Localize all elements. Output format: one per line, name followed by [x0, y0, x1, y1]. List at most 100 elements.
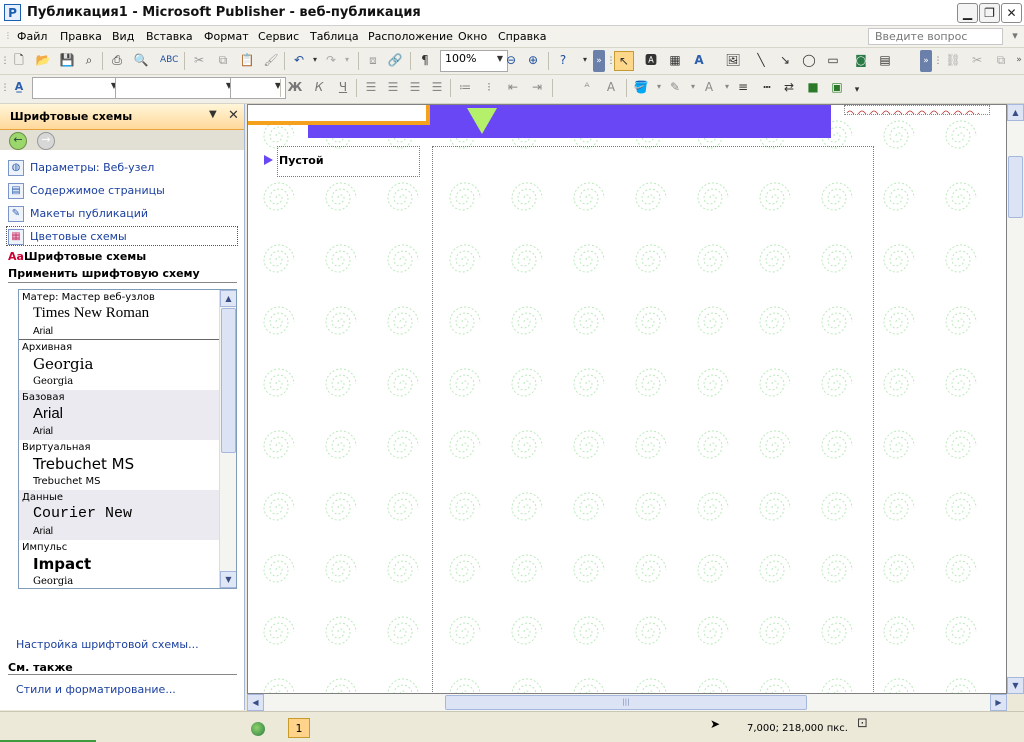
align-left-icon[interactable]: ☰ [362, 78, 380, 96]
numbering-icon[interactable]: ≔ [456, 78, 474, 96]
close-button[interactable]: ✕ [1001, 3, 1022, 23]
menu-format[interactable]: Формат [204, 30, 249, 43]
picture-frame-icon[interactable]: 🖼 [724, 51, 742, 69]
search-files-icon[interactable]: ⌕ [80, 51, 98, 69]
horizontal-scroll-thumb[interactable]: ||| [445, 695, 807, 710]
new-publication-icon[interactable]: 🗋 [10, 51, 28, 69]
form-control-icon[interactable]: ▤ [876, 51, 894, 69]
menu-window[interactable]: Окно [458, 30, 487, 43]
scroll-down-icon[interactable]: ▼ [1007, 677, 1024, 694]
align-right-icon[interactable]: ☰ [406, 78, 424, 96]
justify-icon[interactable]: ☰ [428, 78, 446, 96]
vertical-scrollbar[interactable]: ▲ ▼ [1007, 104, 1024, 694]
main-content-frame[interactable] [432, 146, 874, 693]
publisher-app-icon[interactable]: P [4, 4, 21, 21]
more-buttons-icon[interactable]: » [1010, 51, 1024, 69]
redo-dropdown-icon[interactable]: ▾ [338, 51, 356, 69]
link-publication-designs[interactable]: ✎ Макеты публикаций [8, 206, 148, 224]
3d-style-icon[interactable]: ▣ [828, 78, 846, 96]
line-tool-icon[interactable]: ╲ [752, 51, 770, 69]
scheme-item[interactable]: Базовая Arial Arial [19, 390, 219, 440]
scroll-down-icon[interactable]: ▼ [220, 571, 236, 588]
scheme-item[interactable]: Архивная Georgia Georgia [19, 340, 219, 390]
vertical-scroll-thumb[interactable] [1008, 156, 1023, 218]
font-scheme-list[interactable]: Матер: Мастер веб-узлов Times New Roman … [18, 289, 237, 589]
line-style-icon[interactable]: ≡ [734, 78, 752, 96]
paste-icon[interactable]: 📋 [238, 51, 256, 69]
menu-view[interactable]: Вид [112, 30, 134, 43]
scheme-item[interactable]: Импульс Impact Georgia [19, 540, 219, 588]
table-frame-icon[interactable]: ▦ [666, 51, 684, 69]
style-combo[interactable]: ▼ [32, 77, 122, 99]
cut-icon[interactable]: ✂ [190, 51, 208, 69]
rectangle-tool-icon[interactable]: ▭ [824, 51, 842, 69]
spelling-icon[interactable]: ABC [160, 51, 178, 69]
print-icon[interactable]: ⎙ [108, 51, 126, 69]
small-text-frame[interactable] [844, 105, 990, 115]
fill-color-icon[interactable]: 🪣 [632, 78, 650, 96]
link-icon[interactable]: ⛓ [944, 51, 962, 69]
toolbar-end-icon[interactable]: » [920, 50, 932, 72]
increase-font-size-icon[interactable]: A [602, 78, 620, 96]
minimize-button[interactable]: ▁ [957, 3, 978, 23]
align-center-icon[interactable]: ☰ [384, 78, 402, 96]
hyperlink-icon[interactable]: 🔗 [386, 51, 404, 69]
link-web-options[interactable]: ◍ Параметры: Веб-узел [8, 160, 154, 178]
customize-font-scheme-link[interactable]: Настройка шрифтовой схемы... [16, 638, 199, 651]
task-pane-close-icon[interactable]: ✕ [228, 108, 239, 123]
page-navigator-button[interactable]: 1 [288, 718, 310, 738]
zoom-in-icon[interactable]: ⊕ [524, 51, 542, 69]
dash-style-icon[interactable]: ┅ [758, 78, 776, 96]
bullets-icon[interactable]: ⁝ [480, 78, 498, 96]
scroll-left-icon[interactable]: ◀ [247, 694, 264, 711]
menu-table[interactable]: Таблица [310, 30, 359, 43]
text-box-icon[interactable]: 🅰 [642, 51, 660, 69]
logo-frame[interactable] [248, 105, 430, 125]
link-color-schemes[interactable]: ▦ Цветовые схемы [8, 229, 127, 247]
select-objects-icon[interactable]: ↖ [614, 51, 634, 71]
menu-insert[interactable]: Вставка [146, 30, 193, 43]
back-icon[interactable]: ← [9, 132, 27, 150]
unlink-icon[interactable]: ✂ [968, 51, 986, 69]
menu-edit[interactable]: Правка [60, 30, 102, 43]
horizontal-scrollbar[interactable]: ◀ ||| ▶ [247, 694, 1007, 711]
font-size-dropdown-icon[interactable]: ▼ [272, 79, 284, 93]
scroll-right-icon[interactable]: ▶ [990, 694, 1007, 711]
scroll-up-icon[interactable]: ▲ [1007, 104, 1024, 121]
bring-to-front-icon[interactable]: ⧈ [364, 51, 382, 69]
zoom-combo[interactable]: 100% ▼ [440, 50, 508, 72]
help-search-input[interactable]: Введите вопрос [868, 28, 1003, 45]
arrow-tool-icon[interactable]: ↘ [776, 51, 794, 69]
zoom-out-icon[interactable]: ⊖ [502, 51, 520, 69]
print-preview-icon[interactable]: 🔍 [132, 51, 150, 69]
web-component-icon[interactable]: ◙ [852, 51, 870, 69]
format-painter-icon[interactable]: 🖌 [262, 51, 280, 69]
decrease-font-size-icon[interactable]: ᴬ [578, 78, 596, 96]
publication-canvas[interactable]: Пустой [247, 104, 1007, 694]
copy-icon[interactable]: ⧉ [214, 51, 232, 69]
italic-button[interactable]: К [310, 78, 328, 96]
toolbar-options-icon[interactable]: ▾ [576, 51, 594, 69]
arrow-style-icon[interactable]: ⇄ [780, 78, 798, 96]
menu-help[interactable]: Справка [498, 30, 546, 43]
menu-file[interactable]: Файл [17, 30, 47, 43]
wordart-icon[interactable]: A [690, 51, 708, 69]
menu-arrange[interactable]: Расположение [368, 30, 453, 43]
grouping-icon[interactable]: ⧉ [992, 51, 1010, 69]
font-color-icon[interactable]: A [700, 78, 718, 96]
font-combo[interactable]: ▼ [115, 77, 237, 99]
font-size-combo[interactable]: ▼ [230, 77, 286, 99]
shadow-style-icon[interactable]: ■ [804, 78, 822, 96]
oval-tool-icon[interactable]: ◯ [800, 51, 818, 69]
toolbar-options-icon[interactable]: ▾ [848, 81, 866, 99]
restore-button[interactable]: ❐ [979, 3, 1000, 23]
link-page-content[interactable]: ▤ Содержимое страницы [8, 183, 165, 201]
nav-link-label[interactable]: Пустой [279, 154, 324, 167]
underline-button[interactable]: Ч [334, 78, 352, 96]
bold-button[interactable]: Ж [286, 78, 304, 96]
menu-tools[interactable]: Сервис [258, 30, 299, 43]
forward-icon[interactable]: → [37, 132, 55, 150]
scheme-item[interactable]: Виртуальная Trebuchet MS Trebuchet MS [19, 440, 219, 490]
decorative-triangle[interactable] [467, 108, 497, 134]
decrease-indent-icon[interactable]: ⇤ [504, 78, 522, 96]
